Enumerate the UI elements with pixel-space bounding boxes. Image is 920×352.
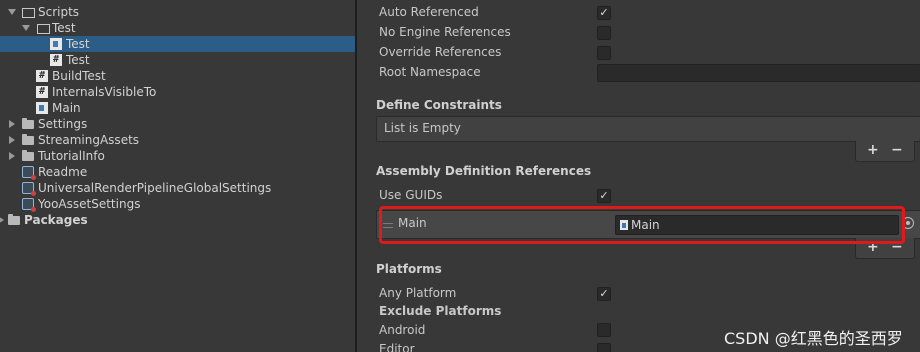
csharp-script-icon: # — [36, 70, 48, 82]
remove-button[interactable]: − — [891, 142, 903, 158]
override-references-label: Override References — [379, 45, 502, 59]
tree-item-label: Test — [66, 53, 90, 67]
android-label: Android — [379, 323, 426, 337]
scriptable-object-icon — [22, 166, 36, 180]
chevron-right-icon[interactable] — [9, 120, 15, 128]
platforms-header: Platforms — [376, 262, 442, 276]
assembly-definition-icon — [36, 102, 48, 114]
no-engine-references-checkbox[interactable] — [597, 26, 611, 40]
tree-item-label: Readme — [38, 165, 88, 179]
define-constraints-plus-minus: + − — [855, 141, 915, 162]
tree-item-urp-global-settings[interactable]: UniversalRenderPipelineGlobalSettings — [0, 180, 355, 196]
scriptable-object-icon — [22, 198, 36, 212]
tree-item-label: Test — [66, 37, 90, 51]
scriptable-object-icon — [22, 182, 36, 196]
folder-icon — [22, 118, 34, 129]
editor-checkbox[interactable] — [597, 343, 611, 352]
tree-item-settings[interactable]: Settings — [0, 116, 355, 132]
auto-referenced-checkbox[interactable]: ✓ — [597, 6, 611, 20]
no-engine-references-label: No Engine References — [379, 25, 511, 39]
tree-item-label: Test — [52, 21, 76, 35]
any-platform-checkbox[interactable]: ✓ — [597, 287, 611, 301]
tree-item-label: YooAssetSettings — [38, 197, 141, 211]
tree-item-label: Scripts — [38, 5, 80, 19]
tree-item-yooassetsettings[interactable]: YooAssetSettings — [0, 196, 355, 212]
assembly-definition-icon — [50, 38, 62, 50]
chevron-right-icon[interactable] — [9, 152, 15, 160]
inspector-panel: Auto Referenced ✓ No Engine References O… — [357, 0, 920, 352]
folder-open-icon — [37, 24, 50, 34]
any-platform-label: Any Platform — [379, 286, 457, 300]
android-checkbox[interactable] — [597, 323, 611, 337]
tree-item-label: Packages — [24, 213, 88, 227]
tree-item-label: StreamingAssets — [38, 133, 140, 147]
tree-item-main[interactable]: Main — [0, 100, 355, 116]
tree-item-scripts[interactable]: Scripts — [0, 4, 355, 20]
chevron-right-icon[interactable] — [9, 136, 15, 144]
tree-item-label: Settings — [38, 117, 88, 131]
watermark: CSDN @红黑色的圣西罗 — [724, 329, 903, 348]
tree-item-streamingassets[interactable]: StreamingAssets — [0, 132, 355, 148]
tree-item-buildtest[interactable]: # BuildTest — [0, 68, 355, 84]
project-tree: Scripts Test Test # Test # BuildTest # I… — [0, 0, 355, 352]
folder-icon — [8, 214, 20, 225]
tree-item-packages[interactable]: Packages — [0, 212, 355, 228]
use-guids-label: Use GUIDs — [379, 188, 443, 202]
tree-item-test-folder[interactable]: Test — [0, 20, 355, 36]
tree-item-readme[interactable]: Readme — [0, 164, 355, 180]
editor-label: Editor — [379, 342, 415, 352]
csharp-script-icon: # — [36, 86, 48, 98]
tree-item-test-script[interactable]: # Test — [0, 52, 355, 68]
chevron-right-icon[interactable] — [0, 216, 4, 224]
assembly-references-header: Assembly Definition References — [376, 164, 592, 178]
tree-item-test-asmdef[interactable]: Test — [0, 36, 355, 52]
tree-item-label: TutorialInfo — [38, 149, 105, 163]
root-namespace-label: Root Namespace — [379, 65, 481, 79]
csharp-script-icon: # — [50, 54, 62, 66]
list-empty-text: List is Empty — [384, 121, 461, 135]
tree-item-internalsvisibleto[interactable]: # InternalsVisibleTo — [0, 84, 355, 100]
override-references-checkbox[interactable] — [597, 46, 611, 60]
folder-open-icon — [22, 8, 35, 18]
add-button[interactable]: + — [867, 142, 879, 158]
chevron-down-icon[interactable] — [8, 9, 16, 15]
highlight-box — [379, 206, 905, 244]
tree-item-label: InternalsVisibleTo — [52, 85, 157, 99]
folder-icon — [22, 150, 34, 161]
tree-item-label: BuildTest — [52, 69, 106, 83]
tree-item-label: Main — [52, 101, 81, 115]
folder-icon — [22, 134, 34, 145]
root-namespace-input[interactable] — [597, 64, 920, 82]
define-constraints-header: Define Constraints — [376, 98, 502, 112]
exclude-platforms-header: Exclude Platforms — [379, 304, 502, 318]
define-constraints-list: List is Empty — [376, 116, 920, 142]
use-guids-checkbox[interactable]: ✓ — [597, 189, 611, 203]
tree-item-tutorialinfo[interactable]: TutorialInfo — [0, 148, 355, 164]
chevron-down-icon[interactable] — [22, 25, 30, 31]
auto-referenced-label: Auto Referenced — [379, 5, 479, 19]
tree-item-label: UniversalRenderPipelineGlobalSettings — [38, 181, 272, 195]
